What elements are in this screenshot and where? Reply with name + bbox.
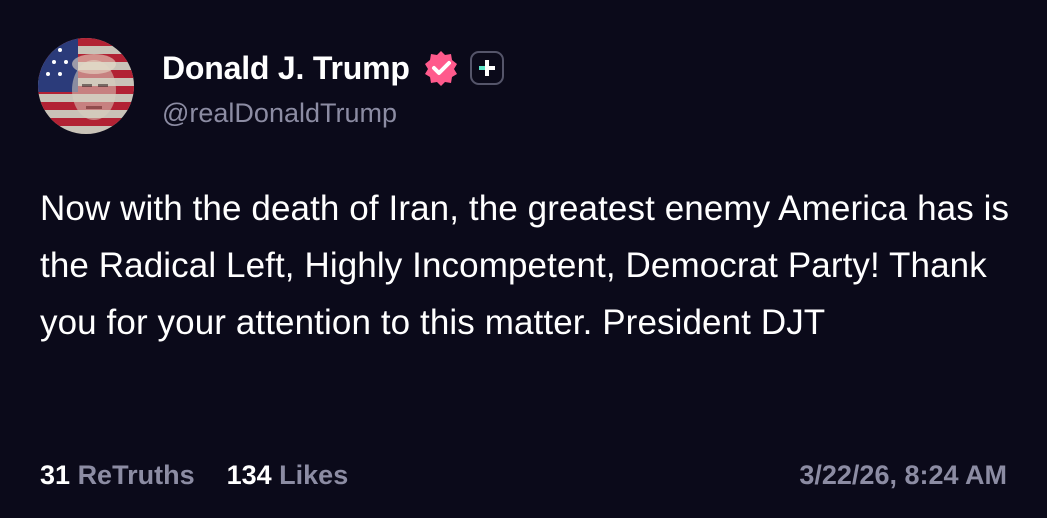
likes-count: 134 bbox=[226, 460, 272, 490]
post-stats: 31 ReTruths 134 Likes bbox=[40, 460, 348, 491]
verified-check-icon bbox=[422, 49, 460, 87]
post-body: Now with the death of Iran, the greatest… bbox=[40, 189, 1010, 342]
likes-label: Likes bbox=[279, 460, 349, 490]
likes-stat[interactable]: 134 Likes bbox=[227, 460, 349, 491]
retruths-stat[interactable]: 31 ReTruths bbox=[40, 460, 195, 491]
post-card: Donald J. Trump @realDonaldTrump Now wit… bbox=[0, 0, 1047, 518]
avatar[interactable] bbox=[38, 38, 134, 134]
author-handle[interactable]: @realDonaldTrump bbox=[162, 98, 397, 129]
retruths-label: ReTruths bbox=[77, 460, 195, 490]
plus-badge-icon[interactable] bbox=[469, 51, 504, 85]
post-timestamp[interactable]: 3/22/26, 8:24 AM bbox=[799, 460, 1007, 491]
display-name[interactable]: Donald J. Trump bbox=[162, 50, 410, 87]
retruths-count: 31 bbox=[40, 460, 71, 490]
avatar-image bbox=[38, 38, 134, 134]
author-name-row: Donald J. Trump bbox=[162, 46, 504, 90]
